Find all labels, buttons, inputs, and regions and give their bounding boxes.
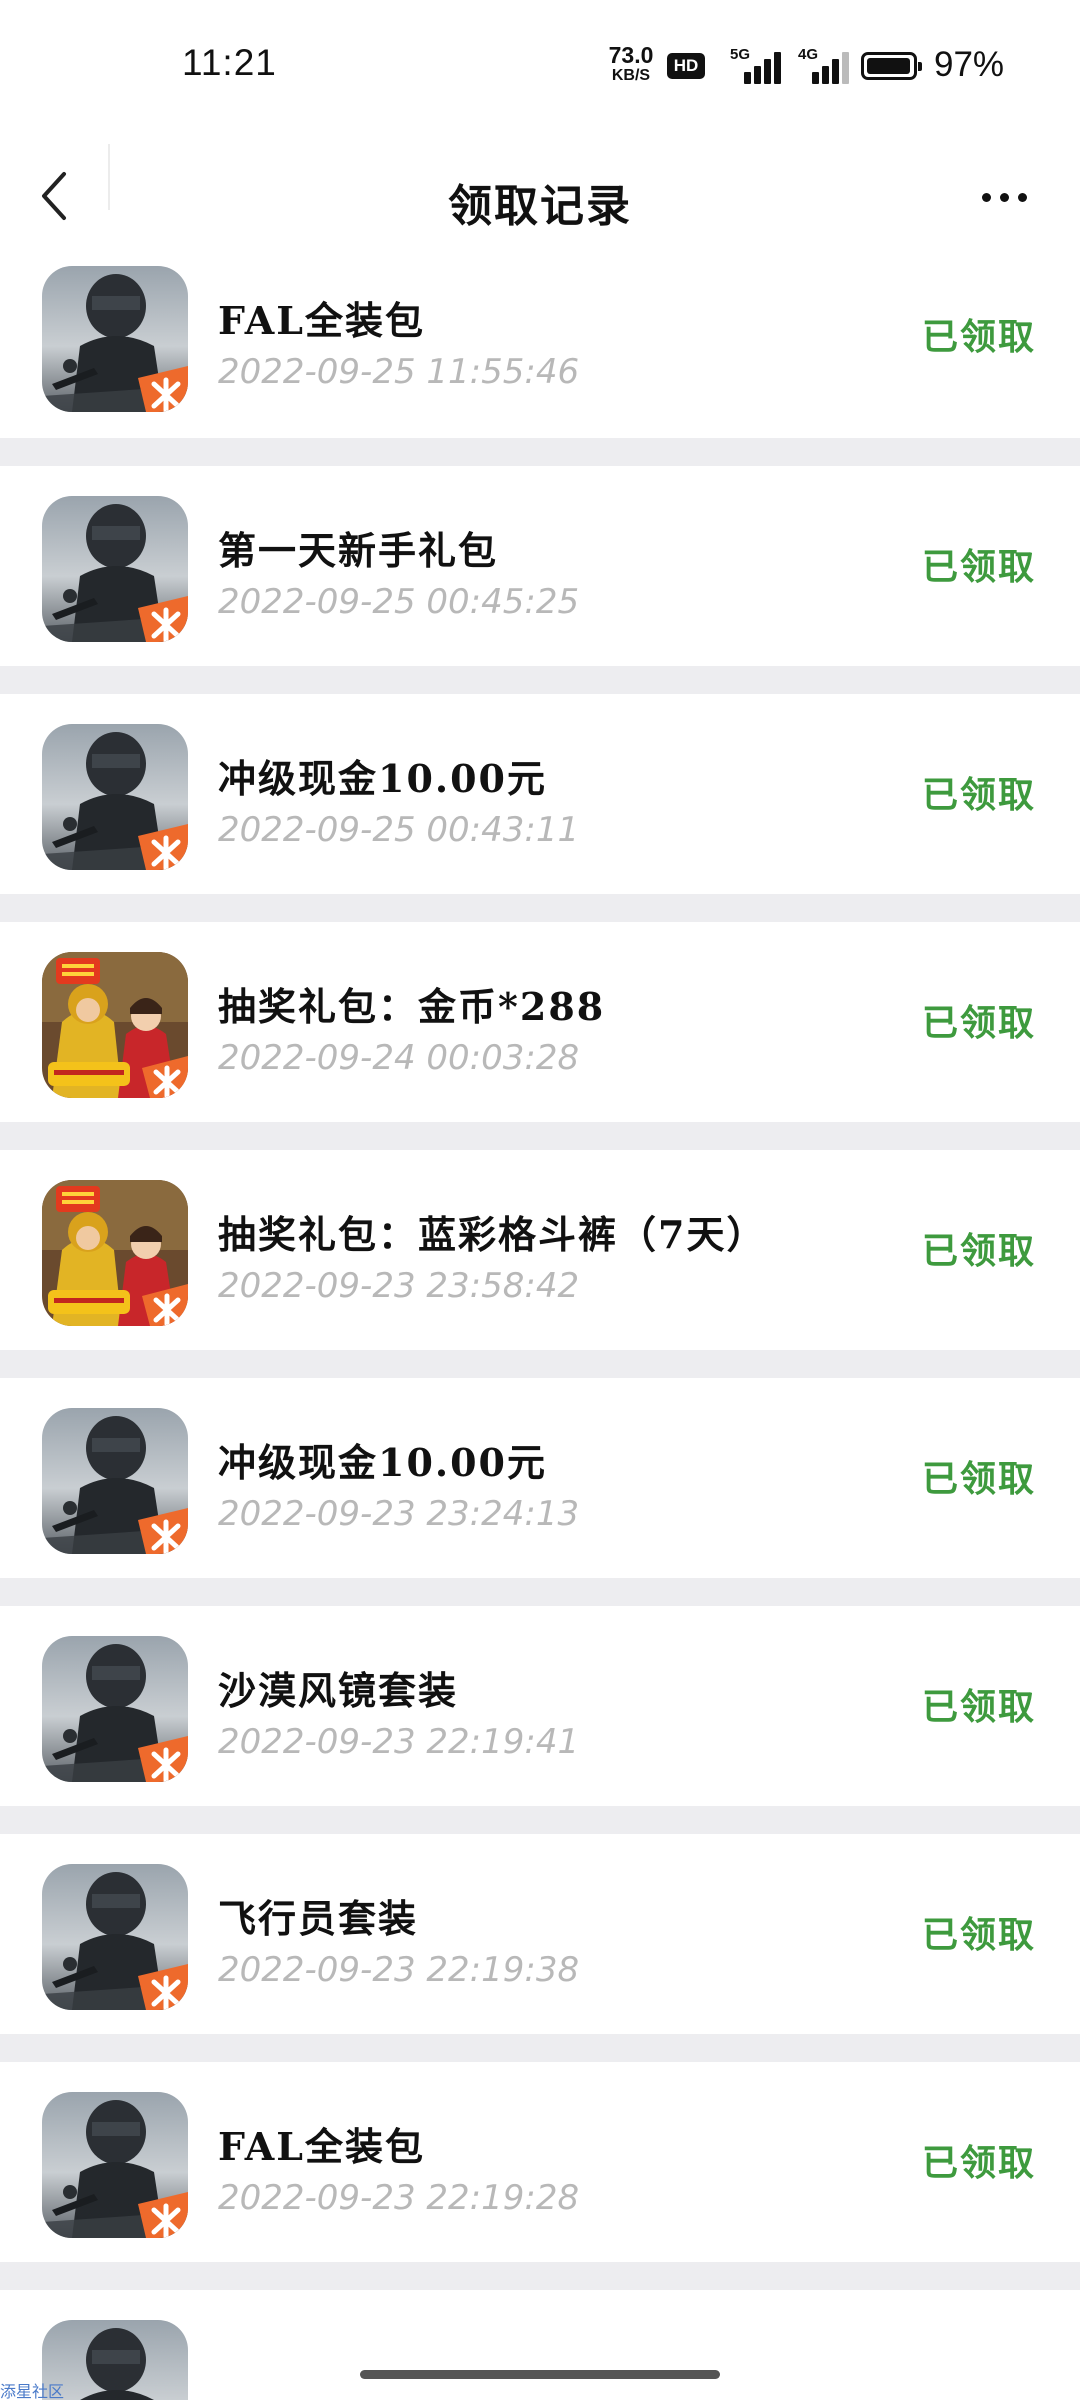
game-icon-soldier [42, 1636, 188, 1782]
record-item[interactable]: 第一天新手礼包 2022-09-25 00:45:25 已领取 [0, 466, 1080, 694]
record-status: 已领取 [921, 546, 1036, 588]
signal-4g-tag: 4G [798, 46, 819, 63]
record-title: 抽奖礼包：金币*288 [218, 984, 606, 1029]
game-icon [42, 1180, 188, 1326]
record-time: 2022-09-23 23:58:42 [218, 1266, 580, 1306]
watermark: 添星社区 [0, 2382, 65, 2400]
record-item[interactable]: 飞行员套装 2022-09-23 22:19:38 已领取 [0, 1834, 1080, 2062]
game-icon-soldier [42, 724, 188, 870]
network-speed-value: 73.0 [608, 42, 654, 68]
battery-icon [861, 52, 922, 80]
record-time: 2022-09-23 22:19:41 [218, 1722, 580, 1762]
game-icon-soldier [42, 1864, 188, 2010]
game-icon [42, 724, 188, 870]
record-item[interactable]: 抽奖礼包：蓝彩格斗裤（7天） 2022-09-23 23:58:42 已领取 [0, 1150, 1080, 1378]
game-icon [42, 2092, 188, 2238]
battery-percent: 97% [934, 45, 1005, 84]
record-time: 2022-09-25 00:45:25 [218, 582, 580, 622]
record-title: 第一天新手礼包 [218, 528, 499, 573]
signal-5g-icon: 5G [730, 46, 784, 84]
more-button[interactable] [960, 160, 1050, 230]
hd-voice-icon: HD [667, 53, 705, 79]
game-icon [42, 952, 188, 1098]
record-title: 沙漠风镜套装 [218, 1668, 459, 1713]
record-item[interactable]: 抽奖礼包：金币*288 2022-09-24 00:03:28 已领取 [0, 922, 1080, 1150]
game-icon [42, 1408, 188, 1554]
signal-5g-tag: 5G [730, 46, 751, 63]
signal-4g-icon: 4G [798, 46, 852, 84]
record-title: FAL全装包 [218, 2124, 425, 2169]
game-icon [42, 1864, 188, 2010]
record-title: 飞行员套装 [218, 1896, 419, 1941]
screen: 11:21 73.0 KB/S HD 5G 4G 97% 领取记录 FAL全装包… [0, 0, 1080, 2400]
record-title: FAL全装包 [218, 298, 425, 343]
record-item[interactable] [0, 2290, 1080, 2400]
network-speed: 73.0 KB/S [602, 44, 660, 84]
home-indicator[interactable] [360, 2370, 720, 2379]
more-horizontal-icon [982, 193, 991, 202]
record-title: 冲级现金10.00元 [218, 756, 547, 801]
record-time: 2022-09-24 00:03:28 [218, 1038, 580, 1078]
status-bar: 11:21 73.0 KB/S HD 5G 4G 97% [0, 0, 1080, 140]
record-item[interactable]: 沙漠风镜套装 2022-09-23 22:19:41 已领取 [0, 1606, 1080, 1834]
record-status: 已领取 [921, 774, 1036, 816]
record-status: 已领取 [921, 1458, 1036, 1500]
record-status: 已领取 [921, 1914, 1036, 1956]
game-icon-soldier [42, 266, 188, 412]
record-item[interactable]: 冲级现金10.00元 2022-09-23 23:24:13 已领取 [0, 1378, 1080, 1606]
nav-bar: 领取记录 [0, 140, 1080, 250]
game-icon [42, 1636, 188, 1782]
status-time: 11:21 [182, 42, 277, 83]
battery-fill [867, 58, 910, 74]
game-icon-soldier [42, 1408, 188, 1554]
page-title: 领取记录 [448, 181, 632, 232]
record-item[interactable]: 冲级现金10.00元 2022-09-25 00:43:11 已领取 [0, 694, 1080, 922]
record-status: 已领取 [921, 2142, 1036, 2184]
record-list: FAL全装包 2022-09-25 11:55:46 已领取 第一天新手礼包 2022… [0, 250, 1080, 2400]
record-time: 2022-09-25 00:43:11 [218, 810, 580, 850]
game-icon [42, 496, 188, 642]
record-item[interactable]: FAL全装包 2022-09-23 22:19:28 已领取 [0, 2062, 1080, 2290]
game-icon-yellow [42, 952, 188, 1098]
record-title: 抽奖礼包：蓝彩格斗裤（7天） [218, 1212, 767, 1257]
game-icon-yellow [42, 1180, 188, 1326]
network-speed-unit: KB/S [611, 67, 651, 84]
record-status: 已领取 [921, 1002, 1036, 1044]
record-time: 2022-09-23 23:24:13 [218, 1494, 580, 1534]
game-icon [42, 266, 188, 412]
record-status: 已领取 [921, 1686, 1036, 1728]
record-title: 冲级现金10.00元 [218, 1440, 547, 1485]
record-time: 2022-09-25 11:55:46 [218, 352, 580, 392]
record-item[interactable]: FAL全装包 2022-09-25 11:55:46 已领取 [0, 250, 1080, 466]
record-time: 2022-09-23 22:19:28 [218, 2178, 580, 2218]
game-icon-soldier [42, 2092, 188, 2238]
record-status: 已领取 [921, 316, 1036, 358]
record-time: 2022-09-23 22:19:38 [218, 1950, 580, 1990]
record-status: 已领取 [921, 1230, 1036, 1272]
game-icon-soldier [42, 496, 188, 642]
